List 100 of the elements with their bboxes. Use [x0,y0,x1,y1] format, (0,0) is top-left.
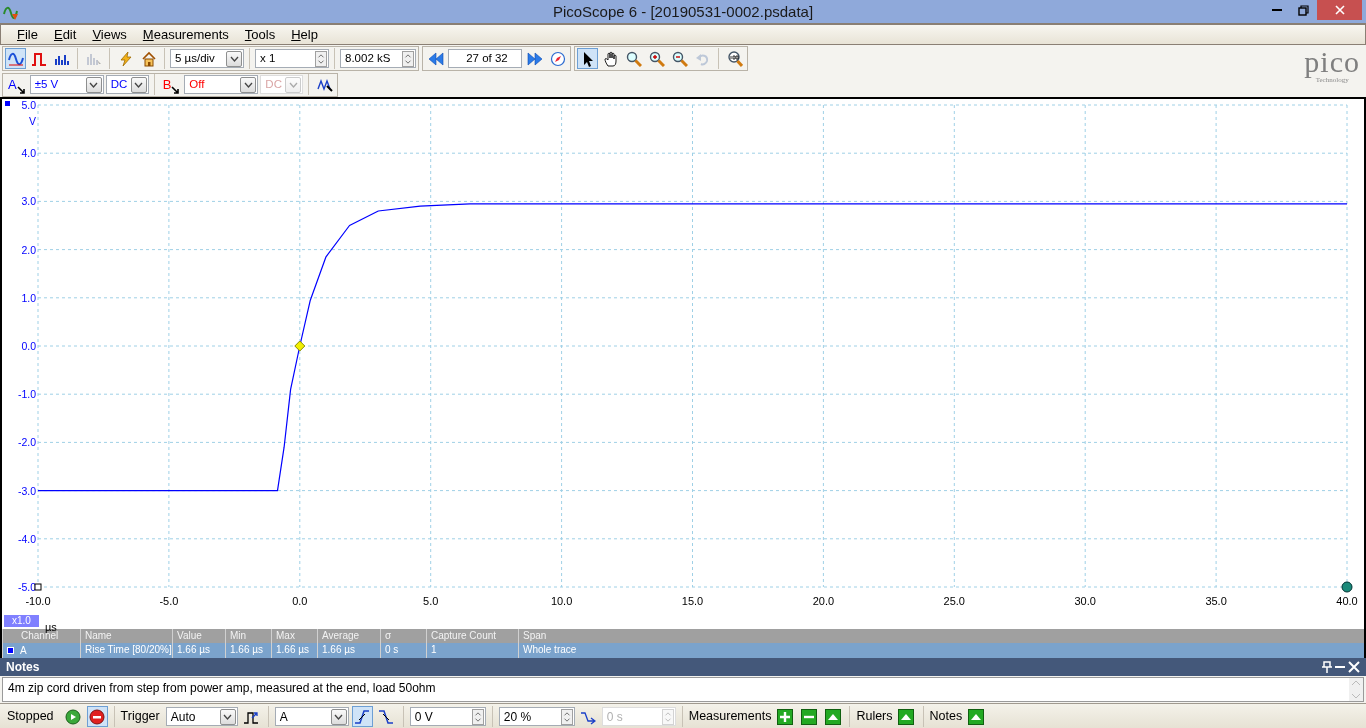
y-tick-label: -2.0 [17,436,36,449]
y-tick-label: 2.0 [21,243,36,256]
magnifier-icon [625,50,642,67]
run-button[interactable] [62,706,84,727]
remove-button[interactable] [798,706,820,727]
falling-edge-icon [378,708,395,725]
logo-wordmark: pico [1304,47,1360,77]
stop-button[interactable] [86,706,108,727]
window-title: PicoScope 6 - [20190531-0002.psdata] [552,2,814,22]
close-button[interactable] [1317,0,1362,20]
scrollbar-icon [1349,678,1363,701]
table-cell: A [20,643,27,658]
ruler-handle-icon[interactable] [1341,581,1353,593]
x-tick-label: 20.0 [812,595,835,607]
x-tick-label: 10.0 [550,595,573,607]
status-text: Stopped [7,708,54,726]
y-tick-label: 4.0 [21,147,36,160]
buffer-field[interactable]: 27 of 32 [448,49,522,68]
stop-icon [89,708,106,725]
spinner-icon [402,50,414,67]
pointer-button[interactable] [577,48,598,69]
show-panel-button[interactable] [895,706,917,727]
caret-icon [334,713,344,720]
minimize-icon [1271,9,1282,11]
caret-icon [89,81,99,88]
zoom-badge: x1.0 [4,615,39,627]
panel-label: Notes [929,708,963,726]
x-tick-label: 35.0 [1205,595,1227,607]
lightning-icon [117,50,134,67]
panel-label: Rulers [856,708,893,726]
trigger-marker-icon[interactable] [294,340,306,352]
x-tick-label: 15.0 [681,595,704,607]
house-icon [140,50,157,67]
x-tick-label: 0.0 [292,595,308,607]
wave-icon [7,50,24,67]
y-unit-label: V [29,115,36,127]
axis-marker-icon [34,583,42,591]
menu-item[interactable]: Edit [45,25,85,44]
restore-icon [1298,4,1309,16]
pin-icon[interactable] [1322,661,1332,673]
spinner-icon [661,708,674,725]
plus-icon [776,708,793,725]
rewind-icon [427,50,444,67]
spinner-icon [471,708,484,725]
rising-edge-button[interactable] [351,706,373,727]
spinner-icon [560,708,573,725]
close-icon [1334,5,1345,15]
y-tick-label: 3.0 [21,195,36,208]
caret-icon [134,81,144,88]
minus-icon [800,708,817,725]
menu-item[interactable]: Help [283,25,326,44]
x-tick-label: 40.0 [1336,595,1358,607]
x-tick-label: 30.0 [1074,595,1096,607]
caret-icon [288,81,298,88]
show-panel-button[interactable] [822,706,844,727]
x-tick-label: -10.0 [25,595,51,607]
pre-trigger-field[interactable]: 20 % [498,707,575,726]
y-tick-label: -4.0 [17,532,36,545]
trigger-mode-dropdown[interactable]: Auto [165,707,238,726]
zoom-out-icon [671,50,688,67]
x-tick-label: -5.0 [159,595,179,607]
show-panel-button[interactable] [965,706,987,727]
trigger-label: Trigger [120,708,160,726]
coupling-dropdown[interactable]: DC [105,75,149,94]
caret-icon [223,713,233,720]
menu-item[interactable]: Views [84,25,135,44]
panel-label: Measurements [688,708,772,726]
channel-button[interactable]: B [159,74,183,95]
range-dropdown[interactable]: Off [184,75,259,94]
channel-button[interactable]: A [5,74,28,95]
menu-item[interactable]: File [9,25,46,44]
range-dropdown[interactable]: ±5 V [29,75,104,94]
close-icon[interactable] [1348,661,1360,673]
x-tick-label: 25.0 [943,595,965,607]
play-icon [65,708,82,725]
square-wave-icon [30,50,47,67]
fast-forward-icon [526,50,543,67]
cursor-icon [16,86,25,95]
channel-marker-icon [5,101,10,106]
magnifier-icon [726,50,743,67]
panel-title: Notes [6,659,40,676]
add-button[interactable] [774,706,796,727]
y-tick-label: -1.0 [17,388,36,401]
y-tick-label: 0.0 [21,340,36,352]
y-tick-label: -3.0 [17,484,36,497]
menu-item[interactable]: Measurements [134,25,237,44]
notes-text: 4m zip cord driven from step from power amp, measured at the end, load 50ohm [8,680,436,697]
y-tick-label: 1.0 [21,291,36,304]
zoom-in-icon [648,50,665,67]
threshold-field[interactable]: 0 V [409,707,486,726]
zoom-field[interactable]: x 1 [255,49,329,68]
samples-field[interactable]: 8.002 kS [340,49,416,68]
menu-item[interactable]: Tools [236,25,284,44]
hand-icon [602,50,619,67]
compass-icon [549,50,566,67]
caret-icon [229,55,239,62]
trigger-channel-dropdown[interactable]: A [274,707,349,726]
timebase-dropdown[interactable]: 5 µs/div [170,49,244,68]
wave-button[interactable] [5,48,26,69]
rising-edge-icon [354,708,371,725]
